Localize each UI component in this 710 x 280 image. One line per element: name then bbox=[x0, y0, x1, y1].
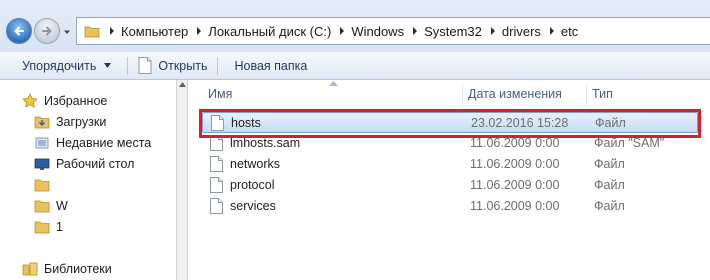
breadcrumb-separator-icon[interactable] bbox=[484, 18, 502, 44]
breadcrumb-local-disk[interactable]: Локальный диск (C:) bbox=[190, 18, 333, 44]
file-date: 11.06.2009 0:00 bbox=[470, 199, 560, 213]
back-button[interactable] bbox=[6, 18, 32, 44]
column-header-label: Имя bbox=[208, 87, 233, 101]
forward-button[interactable] bbox=[34, 18, 60, 44]
nav-item-folder[interactable] bbox=[34, 175, 56, 195]
file-name: services bbox=[230, 199, 276, 213]
breadcrumb-separator-icon[interactable] bbox=[103, 18, 121, 44]
file-icon bbox=[210, 198, 223, 214]
breadcrumb-label[interactable]: etc bbox=[561, 24, 580, 39]
file-row-services[interactable]: services 11.06.2009 0:00 Файл bbox=[202, 196, 698, 217]
column-header-type[interactable]: Тип bbox=[592, 80, 692, 108]
column-divider[interactable] bbox=[462, 84, 463, 106]
organize-label: Упорядочить bbox=[22, 58, 97, 73]
open-button[interactable]: Открыть bbox=[128, 52, 217, 80]
nav-item-libraries[interactable]: Библиотеки bbox=[22, 259, 112, 279]
file-type: Файл bbox=[594, 178, 625, 192]
nav-item-downloads[interactable]: Загрузки bbox=[34, 112, 106, 132]
breadcrumb-separator-icon[interactable] bbox=[333, 18, 351, 44]
pane-scrollbar[interactable] bbox=[176, 80, 188, 280]
breadcrumb-label[interactable]: Локальный диск (C:) bbox=[208, 24, 333, 39]
scroll-up-arrow-icon[interactable] bbox=[179, 82, 186, 87]
arrow-right-icon bbox=[42, 26, 52, 36]
nav-item-recent-places[interactable]: Недавние места bbox=[34, 133, 151, 153]
nav-item-desktop[interactable]: Рабочий стол bbox=[34, 154, 134, 174]
nav-label: Недавние места bbox=[56, 136, 152, 150]
column-divider[interactable] bbox=[586, 84, 587, 106]
file-date: 11.06.2009 0:00 bbox=[470, 157, 560, 171]
column-header-date[interactable]: Дата изменения bbox=[468, 80, 584, 108]
downloads-folder-icon bbox=[34, 114, 50, 130]
column-header-label: Дата изменения bbox=[468, 87, 562, 101]
recent-pages-dropdown-icon[interactable] bbox=[62, 27, 72, 37]
breadcrumb-computer[interactable]: Компьютер bbox=[103, 18, 190, 44]
new-folder-button[interactable]: Новая папка bbox=[218, 52, 317, 80]
address-box[interactable]: Компьютер Локальный диск (C:) Windows Sy… bbox=[76, 17, 710, 45]
file-row-protocol[interactable]: protocol 11.06.2009 0:00 Файл bbox=[202, 175, 698, 196]
column-header-label: Тип bbox=[592, 87, 613, 101]
breadcrumb-windows[interactable]: Windows bbox=[333, 18, 406, 44]
breadcrumb-separator-icon[interactable] bbox=[406, 18, 424, 44]
navigation-pane: Избранное Загрузки Недавние места Рабочи… bbox=[0, 80, 176, 280]
breadcrumb-separator-icon[interactable] bbox=[543, 18, 561, 44]
address-bar-area: Компьютер Локальный диск (C:) Windows Sy… bbox=[0, 0, 710, 52]
file-date: 11.06.2009 0:00 bbox=[470, 136, 560, 150]
document-icon bbox=[138, 57, 152, 74]
column-header-name[interactable]: Имя bbox=[200, 80, 466, 108]
nav-label: Избранное bbox=[44, 94, 108, 108]
file-row-networks[interactable]: networks 11.06.2009 0:00 Файл bbox=[202, 154, 698, 175]
nav-item-favorites[interactable]: Избранное bbox=[22, 91, 107, 111]
star-icon bbox=[22, 93, 38, 109]
breadcrumb-label[interactable]: drivers bbox=[502, 24, 543, 39]
file-icon bbox=[210, 177, 223, 193]
command-bar: Упорядочить Открыть Новая папка bbox=[0, 52, 710, 80]
recent-places-icon bbox=[34, 135, 50, 151]
nav-label: Загрузки bbox=[56, 115, 107, 129]
new-folder-label: Новая папка bbox=[234, 58, 308, 73]
file-icon bbox=[210, 156, 223, 172]
nav-label: Библиотеки bbox=[44, 262, 112, 276]
file-date: 11.06.2009 0:00 bbox=[470, 178, 560, 192]
breadcrumb-separator-icon[interactable] bbox=[190, 18, 208, 44]
breadcrumb-drivers[interactable]: drivers bbox=[484, 18, 543, 44]
file-type: Файл bbox=[594, 157, 625, 171]
folder-icon bbox=[34, 177, 50, 193]
breadcrumb-label[interactable]: Windows bbox=[351, 24, 406, 39]
nav-item-folder-1[interactable]: 1 bbox=[34, 217, 63, 237]
file-type: Файл "SAM" bbox=[594, 136, 665, 150]
open-label: Открыть bbox=[158, 58, 208, 73]
breadcrumb-etc[interactable]: etc bbox=[543, 18, 580, 44]
breadcrumb-system32[interactable]: System32 bbox=[406, 18, 484, 44]
breadcrumb-label[interactable]: Компьютер bbox=[121, 24, 190, 39]
folder-icon bbox=[34, 219, 50, 235]
nav-label: Рабочий стол bbox=[56, 157, 135, 171]
file-name: lmhosts.sam bbox=[230, 136, 301, 150]
desktop-icon bbox=[34, 156, 50, 172]
folder-icon bbox=[34, 198, 50, 214]
libraries-icon bbox=[22, 261, 38, 277]
nav-label: W bbox=[56, 199, 68, 213]
file-name: networks bbox=[230, 157, 281, 171]
nav-item-folder-w[interactable]: W bbox=[34, 196, 68, 216]
organize-button[interactable]: Упорядочить bbox=[0, 52, 121, 80]
arrow-left-icon bbox=[14, 26, 24, 36]
file-name: protocol bbox=[230, 178, 275, 192]
folder-icon bbox=[81, 20, 103, 42]
highlight-annotation bbox=[199, 109, 701, 138]
file-type: Файл bbox=[594, 199, 625, 213]
breadcrumb-label[interactable]: System32 bbox=[424, 24, 484, 39]
nav-label: 1 bbox=[56, 220, 63, 234]
chevron-down-icon bbox=[104, 63, 112, 68]
